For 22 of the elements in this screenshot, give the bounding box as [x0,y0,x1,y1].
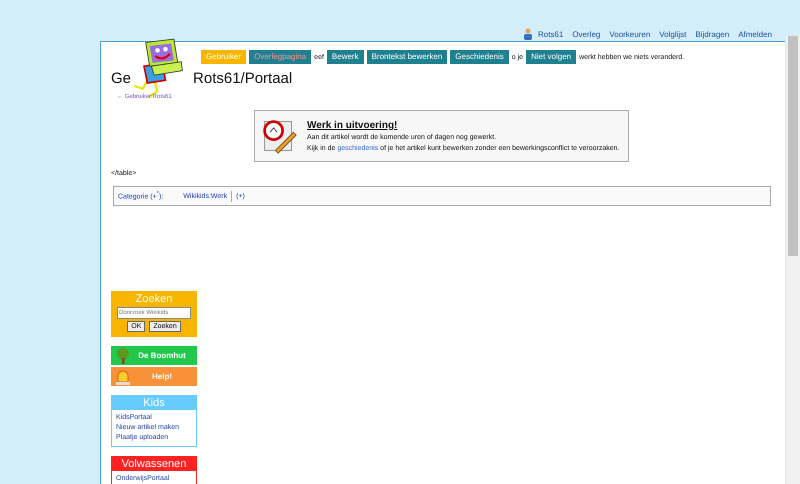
clock-pencil-icon [261,118,297,154]
page-title-fragment: Rots61/Portaal [193,70,292,88]
page-tab[interactable]: Geschiedenis [450,50,509,64]
panel-title: Volwassenen [112,457,196,471]
page-title-fragment: Ge [111,70,132,88]
scrollbar-thumb[interactable] [788,36,798,256]
personal-link[interactable]: Overleg [572,30,600,38]
page-tab[interactable]: Bewerk [326,50,364,64]
scrollbar[interactable] [786,36,800,484]
personal-link[interactable]: Bijdragen [695,30,730,38]
personal-link[interactable]: Rots61 [538,30,564,38]
notice-heading: Werk in uitvoering! [307,118,398,132]
page-tab[interactable]: Brontekst bewerken [366,50,448,64]
personal-link[interactable]: Voorkeuren [609,30,650,38]
siren-light-icon [115,368,131,384]
personal-link[interactable]: Volglijst [659,30,686,38]
tree-icon [115,348,131,364]
search-title: Zoeken [136,293,172,305]
panel-title: Kids [112,396,196,410]
user-icon [522,28,533,40]
page-tab[interactable]: Niet volgen [526,50,576,64]
personal-link[interactable]: Afmelden [738,30,772,38]
